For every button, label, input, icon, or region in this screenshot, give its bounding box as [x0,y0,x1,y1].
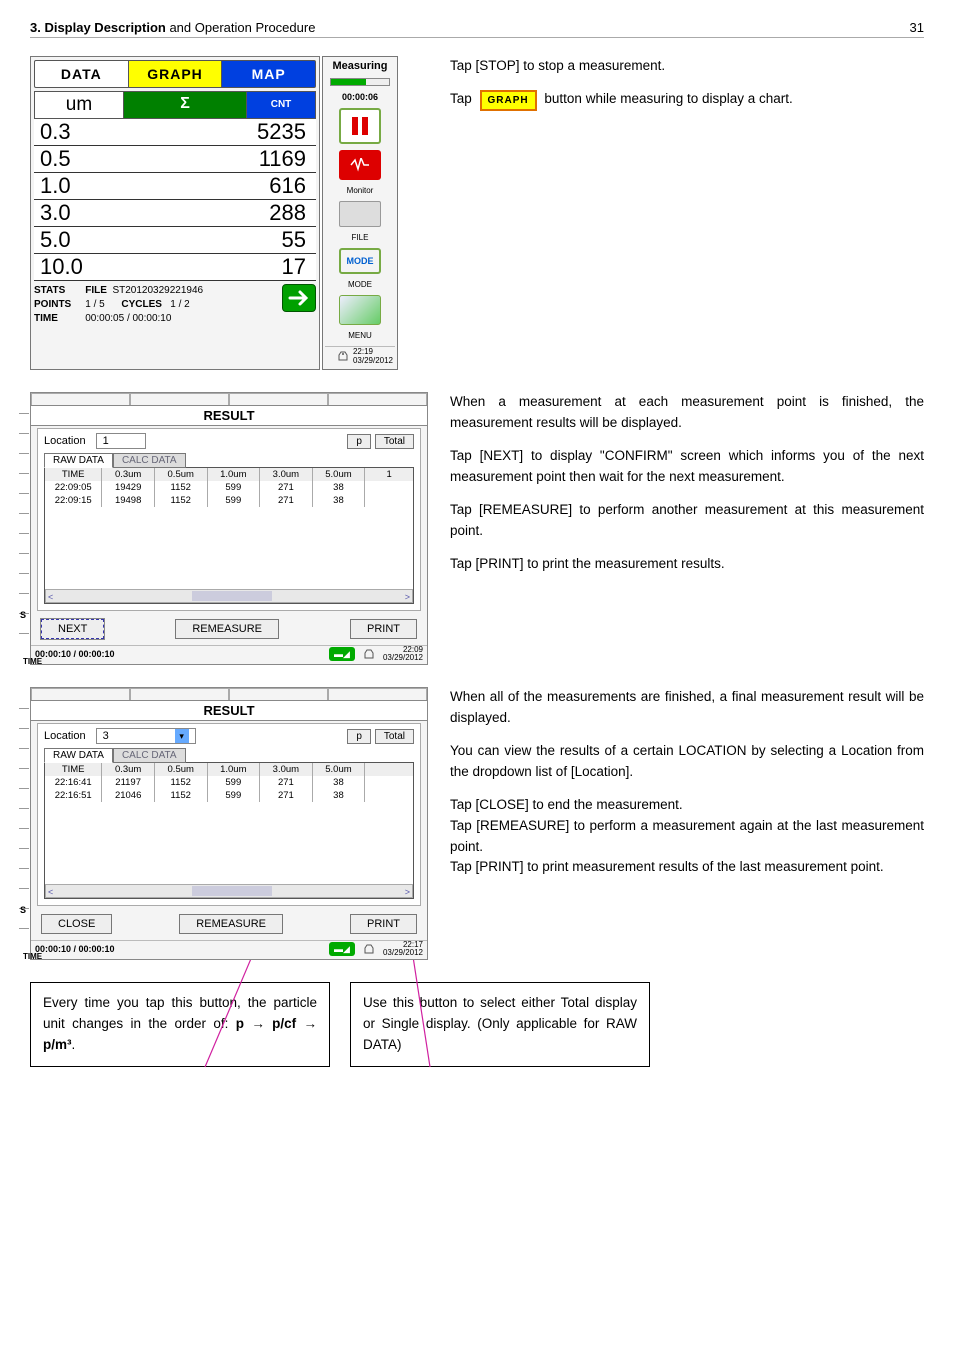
table-row: 22:09:15 194981152 599271 38 [45,494,413,507]
tab-data[interactable]: DATA [34,60,129,88]
timer: 00:00:06 [342,92,378,102]
subtab-um[interactable]: um [34,91,124,119]
chevron-down-icon: ▾ [175,729,189,743]
tab-map[interactable]: MAP [221,60,316,88]
result-title: RESULT [31,700,427,721]
tab-calc-data[interactable]: CALC DATA [113,453,186,468]
text-block-1: Tap [STOP] to stop a measurement. Tap GR… [450,56,924,123]
callout-unit-cycle: Every time you tap this button, the part… [30,982,330,1067]
page-header: 3. Display Description and Operation Pro… [30,20,924,38]
callout-total-single: Use this button to select either Total d… [350,982,650,1067]
location-value: 1 [96,433,146,449]
tab-raw-data[interactable]: RAW DATA [44,453,113,468]
total-button[interactable]: Total [375,729,414,744]
screenshot-result-1: S TIME RESULT Location 1 p Total RAW DAT… [30,392,428,665]
shot1-sidebar: Measuring 00:00:06 Monitor FILE MODE MOD… [322,56,398,370]
data-table: 0.35235 0.51169 1.0616 3.0288 5.055 10.0… [34,119,316,281]
result-title: RESULT [31,405,427,426]
total-button[interactable]: Total [375,434,414,449]
file-button[interactable] [339,201,381,227]
next-button[interactable]: NEXT [41,619,104,639]
pause-button[interactable] [339,108,381,144]
screenshot-measuring: DATA GRAPH MAP um Σ CNT 0.35235 0.51169 … [30,56,430,370]
monitor-button[interactable] [339,150,381,180]
tab-raw-data[interactable]: RAW DATA [44,748,113,763]
next-arrow-button[interactable] [282,284,316,312]
text-block-2: When a measurement at each measurement p… [450,392,924,586]
print-button[interactable]: PRINT [350,619,417,639]
flag-icon: ▬◢ [329,647,355,661]
close-button[interactable]: CLOSE [41,914,112,934]
text-block-3: When all of the measurements are finishe… [450,687,924,890]
unit-button[interactable]: p [347,434,371,449]
subtab-sigma[interactable]: Σ [124,91,246,119]
h-scrollbar[interactable]: <> [45,589,413,603]
graph-chip-icon: GRAPH [480,90,537,112]
page-number: 31 [910,20,924,35]
location-label: Location [44,435,86,447]
menu-button[interactable] [339,295,381,325]
chapter-title: 3. Display Description and Operation Pro… [30,20,315,35]
table-row: 22:09:05 194291152 599271 38 [45,481,413,494]
shot1-footer: STATS POINTS TIME FILE ST20120329221946 … [34,284,316,326]
table-row: 22:16:51 210461152 599271 38 [45,789,413,802]
remeasure-button[interactable]: REMEASURE [175,619,279,639]
table-row: 22:16:41 211971152 599271 38 [45,776,413,789]
remeasure-button[interactable]: REMEASURE [179,914,283,934]
unit-button[interactable]: p [347,729,371,744]
location-label: Location [44,730,86,742]
tab-calc-data[interactable]: CALC DATA [113,748,186,763]
location-dropdown[interactable]: 3▾ [96,728,196,744]
result-grid: TIME 0.3um0.5um 1.0um3.0um 5.0um 22:16:4… [44,762,414,899]
measuring-label: Measuring [332,60,387,72]
result-grid: TIME 0.3um0.5um 1.0um3.0um 5.0um1 22:09:… [44,467,414,604]
callout-row: Every time you tap this button, the part… [30,982,924,1067]
screenshot-result-2: S TIME RESULT Location 3▾ p Total RAW DA… [30,687,428,960]
flag-icon: ▬◢ [329,942,355,956]
print-button[interactable]: PRINT [350,914,417,934]
tab-graph[interactable]: GRAPH [129,60,222,88]
clock: 22:1903/29/2012 [325,346,395,365]
subtab-cnt[interactable]: CNT [246,91,316,119]
mode-button[interactable]: MODE [339,248,381,274]
progress-bar [330,78,390,86]
h-scrollbar[interactable]: <> [45,884,413,898]
